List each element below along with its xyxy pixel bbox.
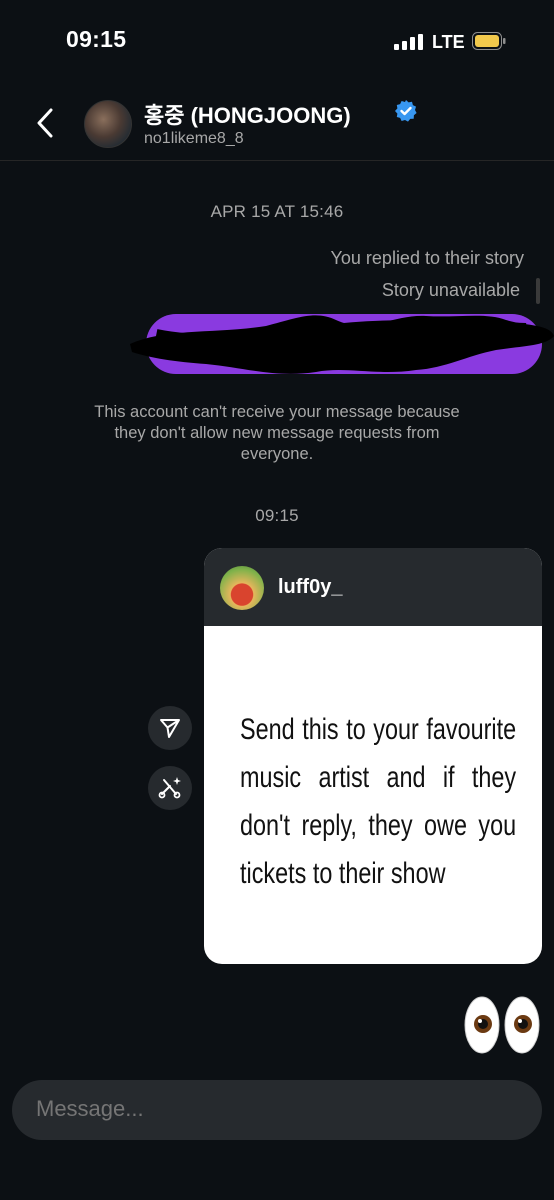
message-timestamp-2: 09:15 (255, 506, 299, 525)
signal-icon (394, 34, 423, 50)
eyes-emoji-message[interactable] (462, 994, 542, 1056)
avatar[interactable] (84, 100, 132, 148)
verified-badge-icon (395, 100, 417, 122)
header-divider (0, 160, 554, 161)
message-timestamp: APR 15 AT 15:46 (210, 202, 344, 221)
shared-post-card[interactable]: luff0y_ Send this to your favourite musi… (204, 548, 542, 964)
username: no1likeme8_8 (144, 130, 244, 147)
story-indicator-bar (536, 278, 540, 304)
ai-sparkle-button[interactable] (148, 766, 192, 810)
display-name[interactable]: 홍중 (HONGJOONG) (144, 98, 351, 130)
message-composer[interactable] (12, 1080, 542, 1140)
redaction-scribble (130, 315, 554, 374)
share-button[interactable] (148, 706, 192, 750)
restriction-notice: This account can't receive your message … (94, 403, 460, 463)
ai-sparkle-icon (158, 777, 181, 799)
story-reply-note: You replied to their story (330, 248, 524, 268)
message-input[interactable] (36, 1096, 516, 1122)
back-chevron-icon[interactable] (34, 106, 58, 140)
status-time: 09:15 (66, 26, 127, 52)
share-icon (160, 719, 180, 738)
network-label: LTE (432, 32, 465, 52)
story-unavailable-label: Story unavailable (381, 280, 520, 300)
post-text: Send this to your favourite music artist… (240, 713, 517, 890)
battery-icon (472, 32, 506, 50)
post-author-username[interactable]: luff0y_ (278, 576, 342, 599)
post-author-avatar[interactable] (220, 566, 264, 610)
shared-post-header[interactable]: luff0y_ (204, 548, 542, 626)
